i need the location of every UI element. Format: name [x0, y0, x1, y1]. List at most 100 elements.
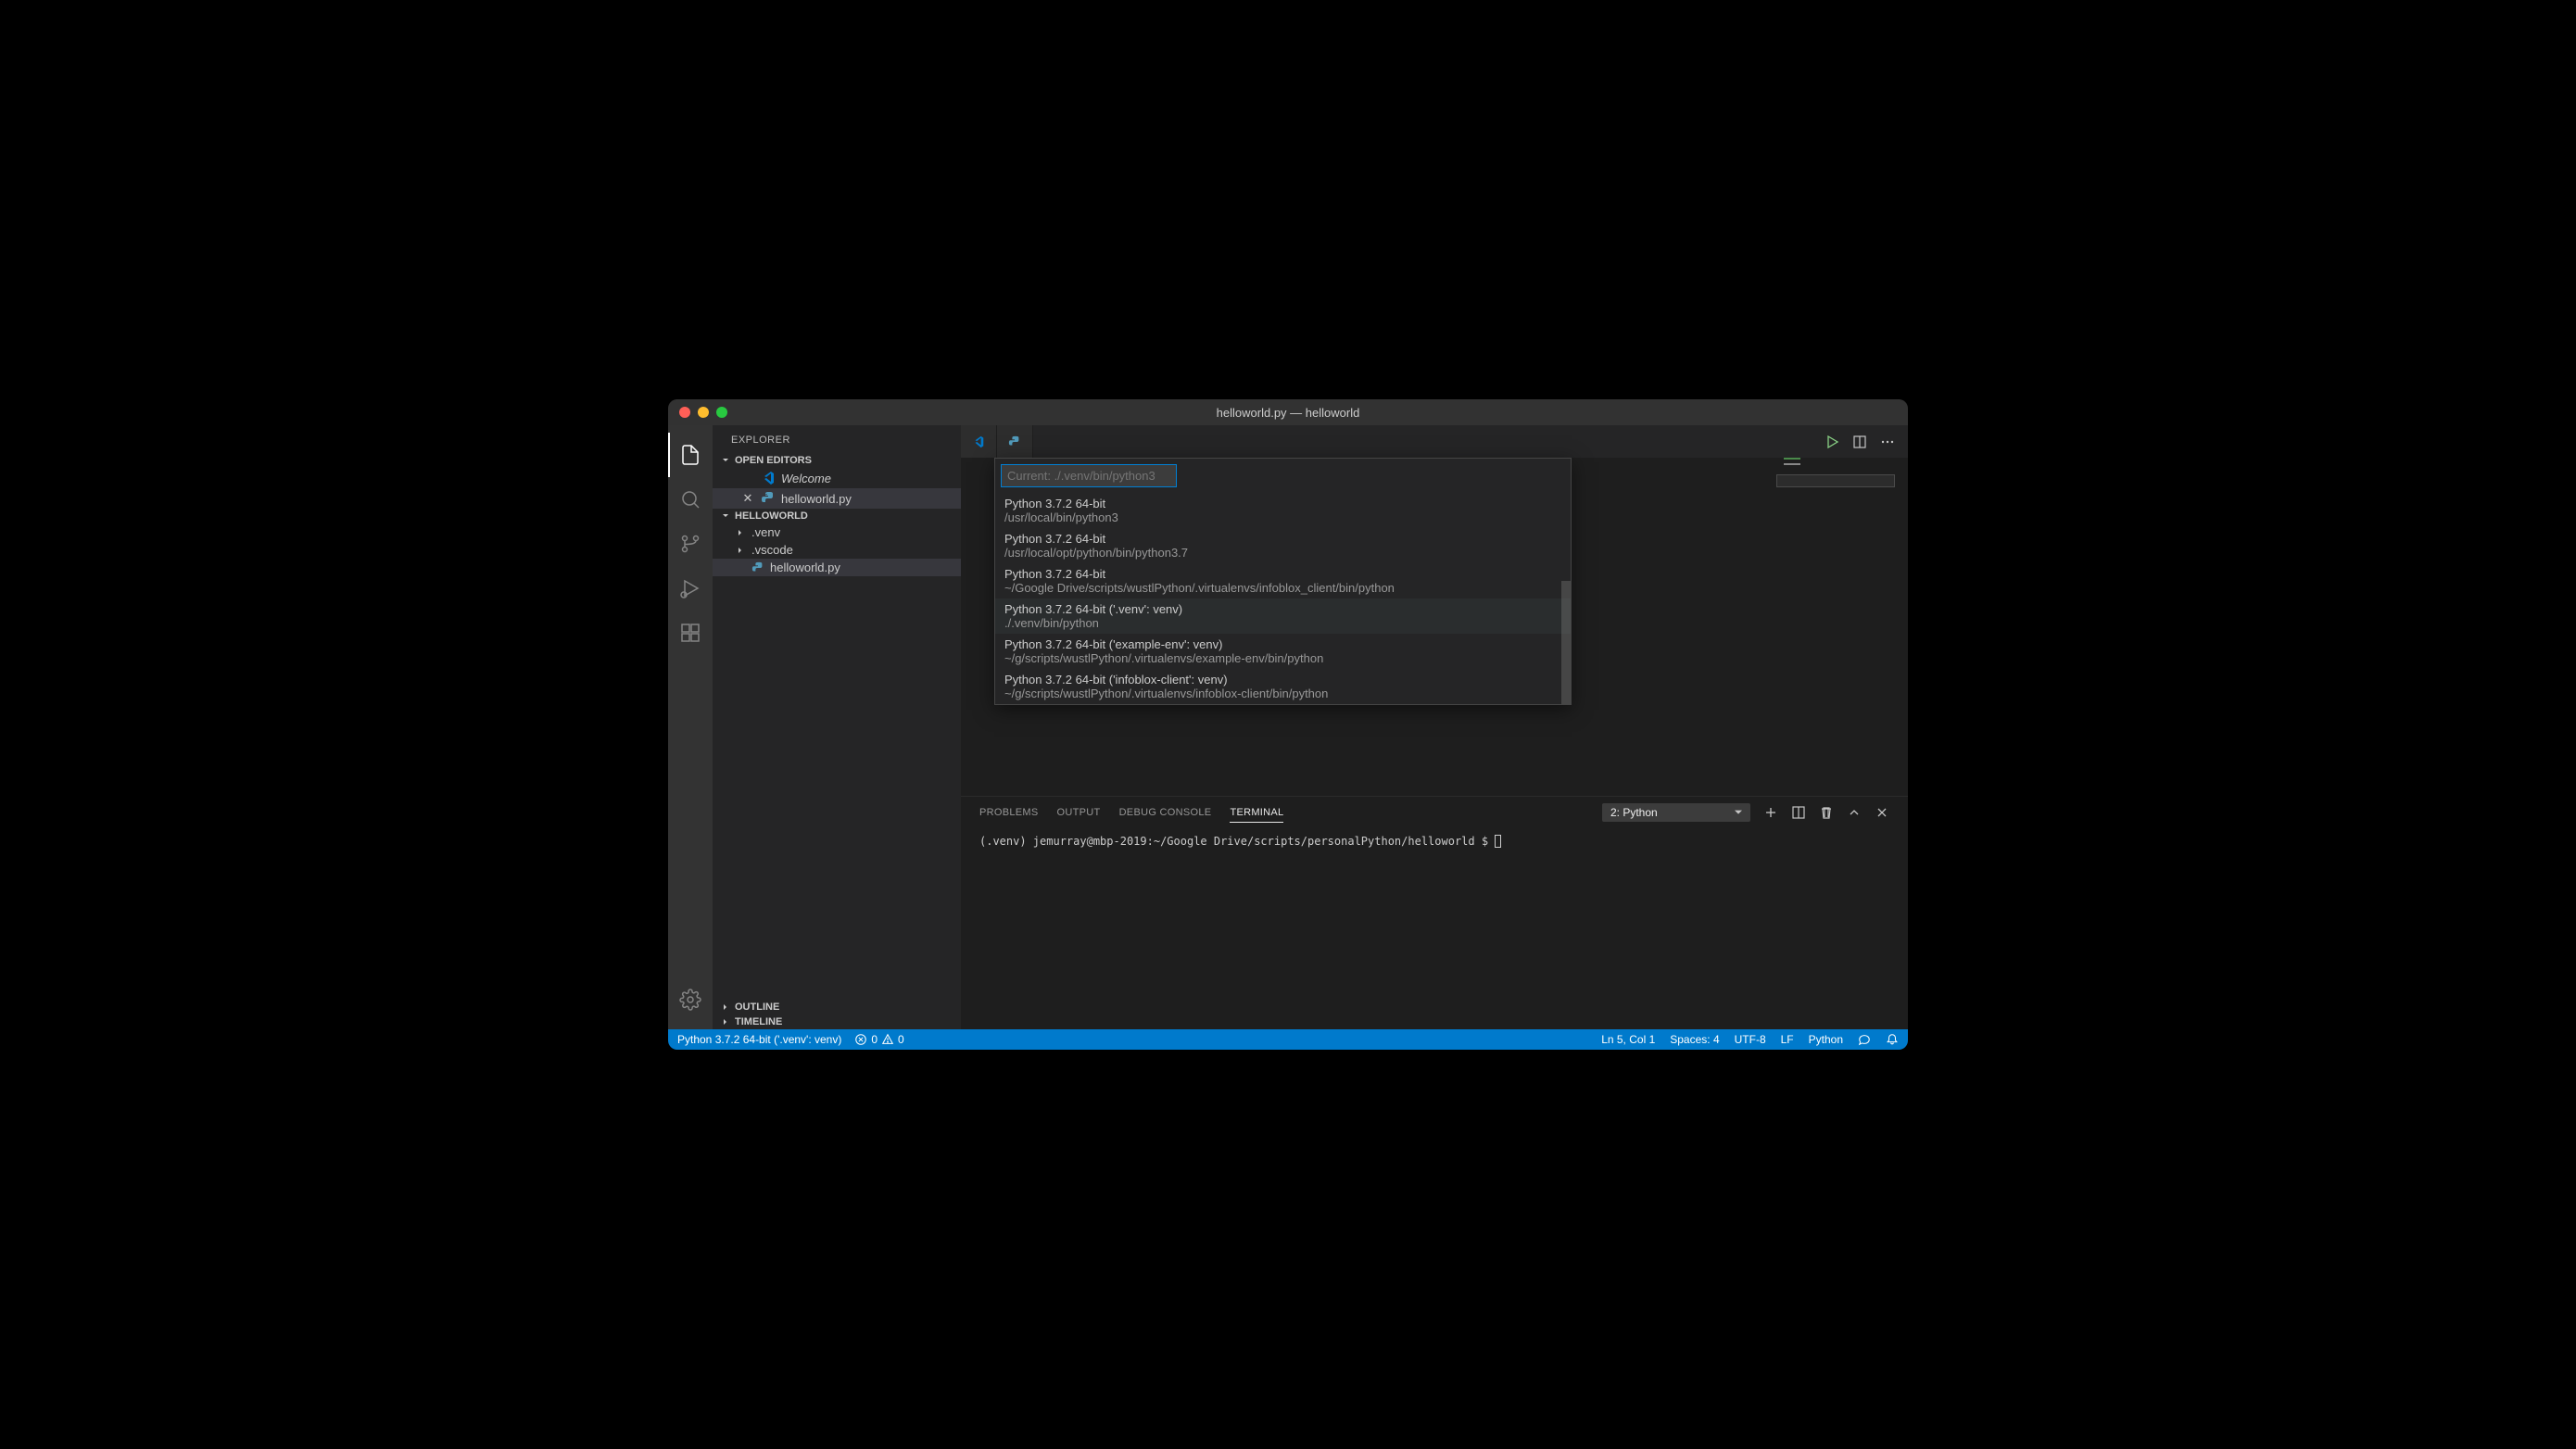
quickpick-item-desc: /usr/local/bin/python3	[1004, 510, 1561, 524]
more-actions-button[interactable]	[1880, 435, 1895, 449]
terminal-body[interactable]: (.venv) jemurray@mbp-2019:~/Google Drive…	[961, 827, 1908, 1029]
run-button[interactable]	[1825, 435, 1839, 449]
panel-tab-debug[interactable]: DEBUG CONSOLE	[1119, 807, 1212, 818]
timeline-header[interactable]: TIMELINE	[713, 1014, 961, 1029]
tree-file-helloworld[interactable]: helloworld.py	[713, 559, 961, 576]
open-editor-helloworld[interactable]: ✕ helloworld.py	[713, 488, 961, 509]
bell-icon	[1886, 1033, 1899, 1046]
sidebar-bottom: OUTLINE TIMELINE	[713, 1000, 961, 1029]
status-notifications[interactable]	[1886, 1033, 1899, 1046]
terminal-prompt: (.venv) jemurray@mbp-2019:~/Google Drive…	[979, 835, 1495, 848]
window-minimize-button[interactable]	[698, 407, 709, 418]
activity-source-control[interactable]	[668, 522, 713, 566]
open-editors-header[interactable]: OPEN EDITORS	[713, 453, 961, 468]
quickpick-scrollbar[interactable]	[1561, 581, 1571, 704]
window-title: helloworld.py — helloworld	[1217, 406, 1360, 420]
new-terminal-button[interactable]	[1763, 805, 1778, 820]
timeline-label: TIMELINE	[735, 1016, 782, 1027]
chevron-down-icon	[720, 455, 731, 466]
open-editor-welcome[interactable]: Welcome	[713, 468, 961, 488]
branch-icon	[679, 533, 701, 555]
gear-icon	[679, 989, 701, 1011]
warning-icon	[881, 1033, 894, 1046]
status-eol[interactable]: LF	[1781, 1033, 1794, 1046]
activity-extensions[interactable]	[668, 611, 713, 655]
vscode-icon	[972, 435, 985, 448]
vscode-icon	[761, 471, 776, 485]
feedback-icon	[1858, 1033, 1871, 1046]
terminal-select[interactable]: 2: Python	[1602, 803, 1750, 822]
explorer-sidebar: EXPLORER OPEN EDITORS Welcome ✕ hellowor…	[713, 425, 961, 1029]
status-spaces[interactable]: Spaces: 4	[1670, 1033, 1719, 1046]
quickpick-item[interactable]: Python 3.7.2 64-bit ('example-env': venv…	[995, 634, 1571, 669]
minimap-viewport[interactable]	[1776, 474, 1895, 487]
maximize-panel-button[interactable]	[1847, 805, 1862, 820]
chevron-right-icon	[735, 527, 746, 538]
open-editors-label: OPEN EDITORS	[735, 455, 812, 466]
quickpick-item-label: Python 3.7.2 64-bit ('example-env': venv…	[1004, 637, 1561, 651]
quickpick-item[interactable]: Python 3.7.2 64-bit /usr/local/opt/pytho…	[995, 528, 1571, 563]
activity-run-debug[interactable]	[668, 566, 713, 611]
status-feedback[interactable]	[1858, 1033, 1871, 1046]
traffic-lights	[679, 407, 727, 418]
activity-settings[interactable]	[668, 977, 713, 1022]
quickpick-item-desc: /usr/local/opt/python/bin/python3.7	[1004, 546, 1561, 560]
search-icon	[679, 488, 701, 510]
quickpick-input[interactable]	[1001, 464, 1177, 487]
quickpick-item-label: Python 3.7.2 64-bit ('.venv': venv)	[1004, 602, 1561, 616]
vscode-window: helloworld.py — helloworld	[668, 399, 1908, 1050]
folder-header[interactable]: HELLOWORLD	[713, 509, 961, 523]
close-icon[interactable]: ✕	[740, 491, 755, 506]
quickpick-item-label: Python 3.7.2 64-bit	[1004, 497, 1561, 510]
panel-tab-problems[interactable]: PROBLEMS	[979, 807, 1039, 818]
quickpick-item[interactable]: Python 3.7.2 64-bit ('infoblox-client': …	[995, 669, 1571, 704]
tab-helloworld[interactable]	[997, 425, 1033, 458]
editor-body[interactable]: Python 3.7.2 64-bit /usr/local/bin/pytho…	[961, 458, 1908, 796]
quickpick-item-desc: ~/g/scripts/wustlPython/.virtualenvs/exa…	[1004, 651, 1561, 665]
extensions-icon	[679, 622, 701, 644]
quickpick-item-label: Python 3.7.2 64-bit	[1004, 567, 1561, 581]
status-position[interactable]: Ln 5, Col 1	[1601, 1033, 1655, 1046]
activity-explorer[interactable]	[668, 433, 713, 477]
quickpick-item-label: Python 3.7.2 64-bit ('infoblox-client': …	[1004, 673, 1561, 687]
minimap-line	[1784, 463, 1839, 465]
status-right: Ln 5, Col 1 Spaces: 4 UTF-8 LF Python	[1601, 1033, 1899, 1046]
close-icon[interactable]	[740, 472, 755, 485]
files-icon	[679, 444, 701, 466]
tree-item-label: .vscode	[751, 543, 793, 557]
error-count: 0	[871, 1033, 878, 1046]
status-language[interactable]: Python	[1809, 1033, 1843, 1046]
python-icon	[761, 491, 776, 506]
tab-welcome[interactable]	[961, 425, 997, 458]
minimap[interactable]	[1784, 458, 1895, 550]
tree-folder-vscode[interactable]: .vscode	[713, 541, 961, 559]
split-editor-button[interactable]	[1852, 435, 1867, 449]
window-close-button[interactable]	[679, 407, 690, 418]
close-panel-button[interactable]	[1875, 805, 1889, 820]
panel-tab-terminal[interactable]: TERMINAL	[1230, 807, 1283, 823]
status-errors[interactable]: 0 0	[854, 1033, 903, 1046]
activity-search[interactable]	[668, 477, 713, 522]
error-icon	[854, 1033, 867, 1046]
window-maximize-button[interactable]	[716, 407, 727, 418]
python-icon	[1008, 435, 1021, 448]
main-area: EXPLORER OPEN EDITORS Welcome ✕ hellowor…	[668, 425, 1908, 1029]
chevron-right-icon	[720, 1002, 731, 1013]
quickpick-item[interactable]: Python 3.7.2 64-bit ('.venv': venv) ./.v…	[995, 598, 1571, 634]
status-interpreter[interactable]: Python 3.7.2 64-bit ('.venv': venv)	[677, 1033, 841, 1046]
status-encoding[interactable]: UTF-8	[1735, 1033, 1766, 1046]
sidebar-title: EXPLORER	[713, 425, 961, 453]
chevron-right-icon	[735, 545, 746, 556]
statusbar: Python 3.7.2 64-bit ('.venv': venv) 0 0 …	[668, 1029, 1908, 1050]
panel-actions: 2: Python	[1602, 803, 1889, 822]
kill-terminal-button[interactable]	[1819, 805, 1834, 820]
warning-count: 0	[898, 1033, 904, 1046]
quickpick-item[interactable]: Python 3.7.2 64-bit /usr/local/bin/pytho…	[995, 493, 1571, 528]
outline-header[interactable]: OUTLINE	[713, 1000, 961, 1014]
tree-folder-venv[interactable]: .venv	[713, 523, 961, 541]
split-terminal-button[interactable]	[1791, 805, 1806, 820]
quickpick-item-label: Python 3.7.2 64-bit	[1004, 532, 1561, 546]
panel-tab-output[interactable]: OUTPUT	[1057, 807, 1101, 818]
quickpick-item[interactable]: Python 3.7.2 64-bit ~/Google Drive/scrip…	[995, 563, 1571, 598]
quickpick-item-desc: ~/Google Drive/scripts/wustlPython/.virt…	[1004, 581, 1561, 595]
